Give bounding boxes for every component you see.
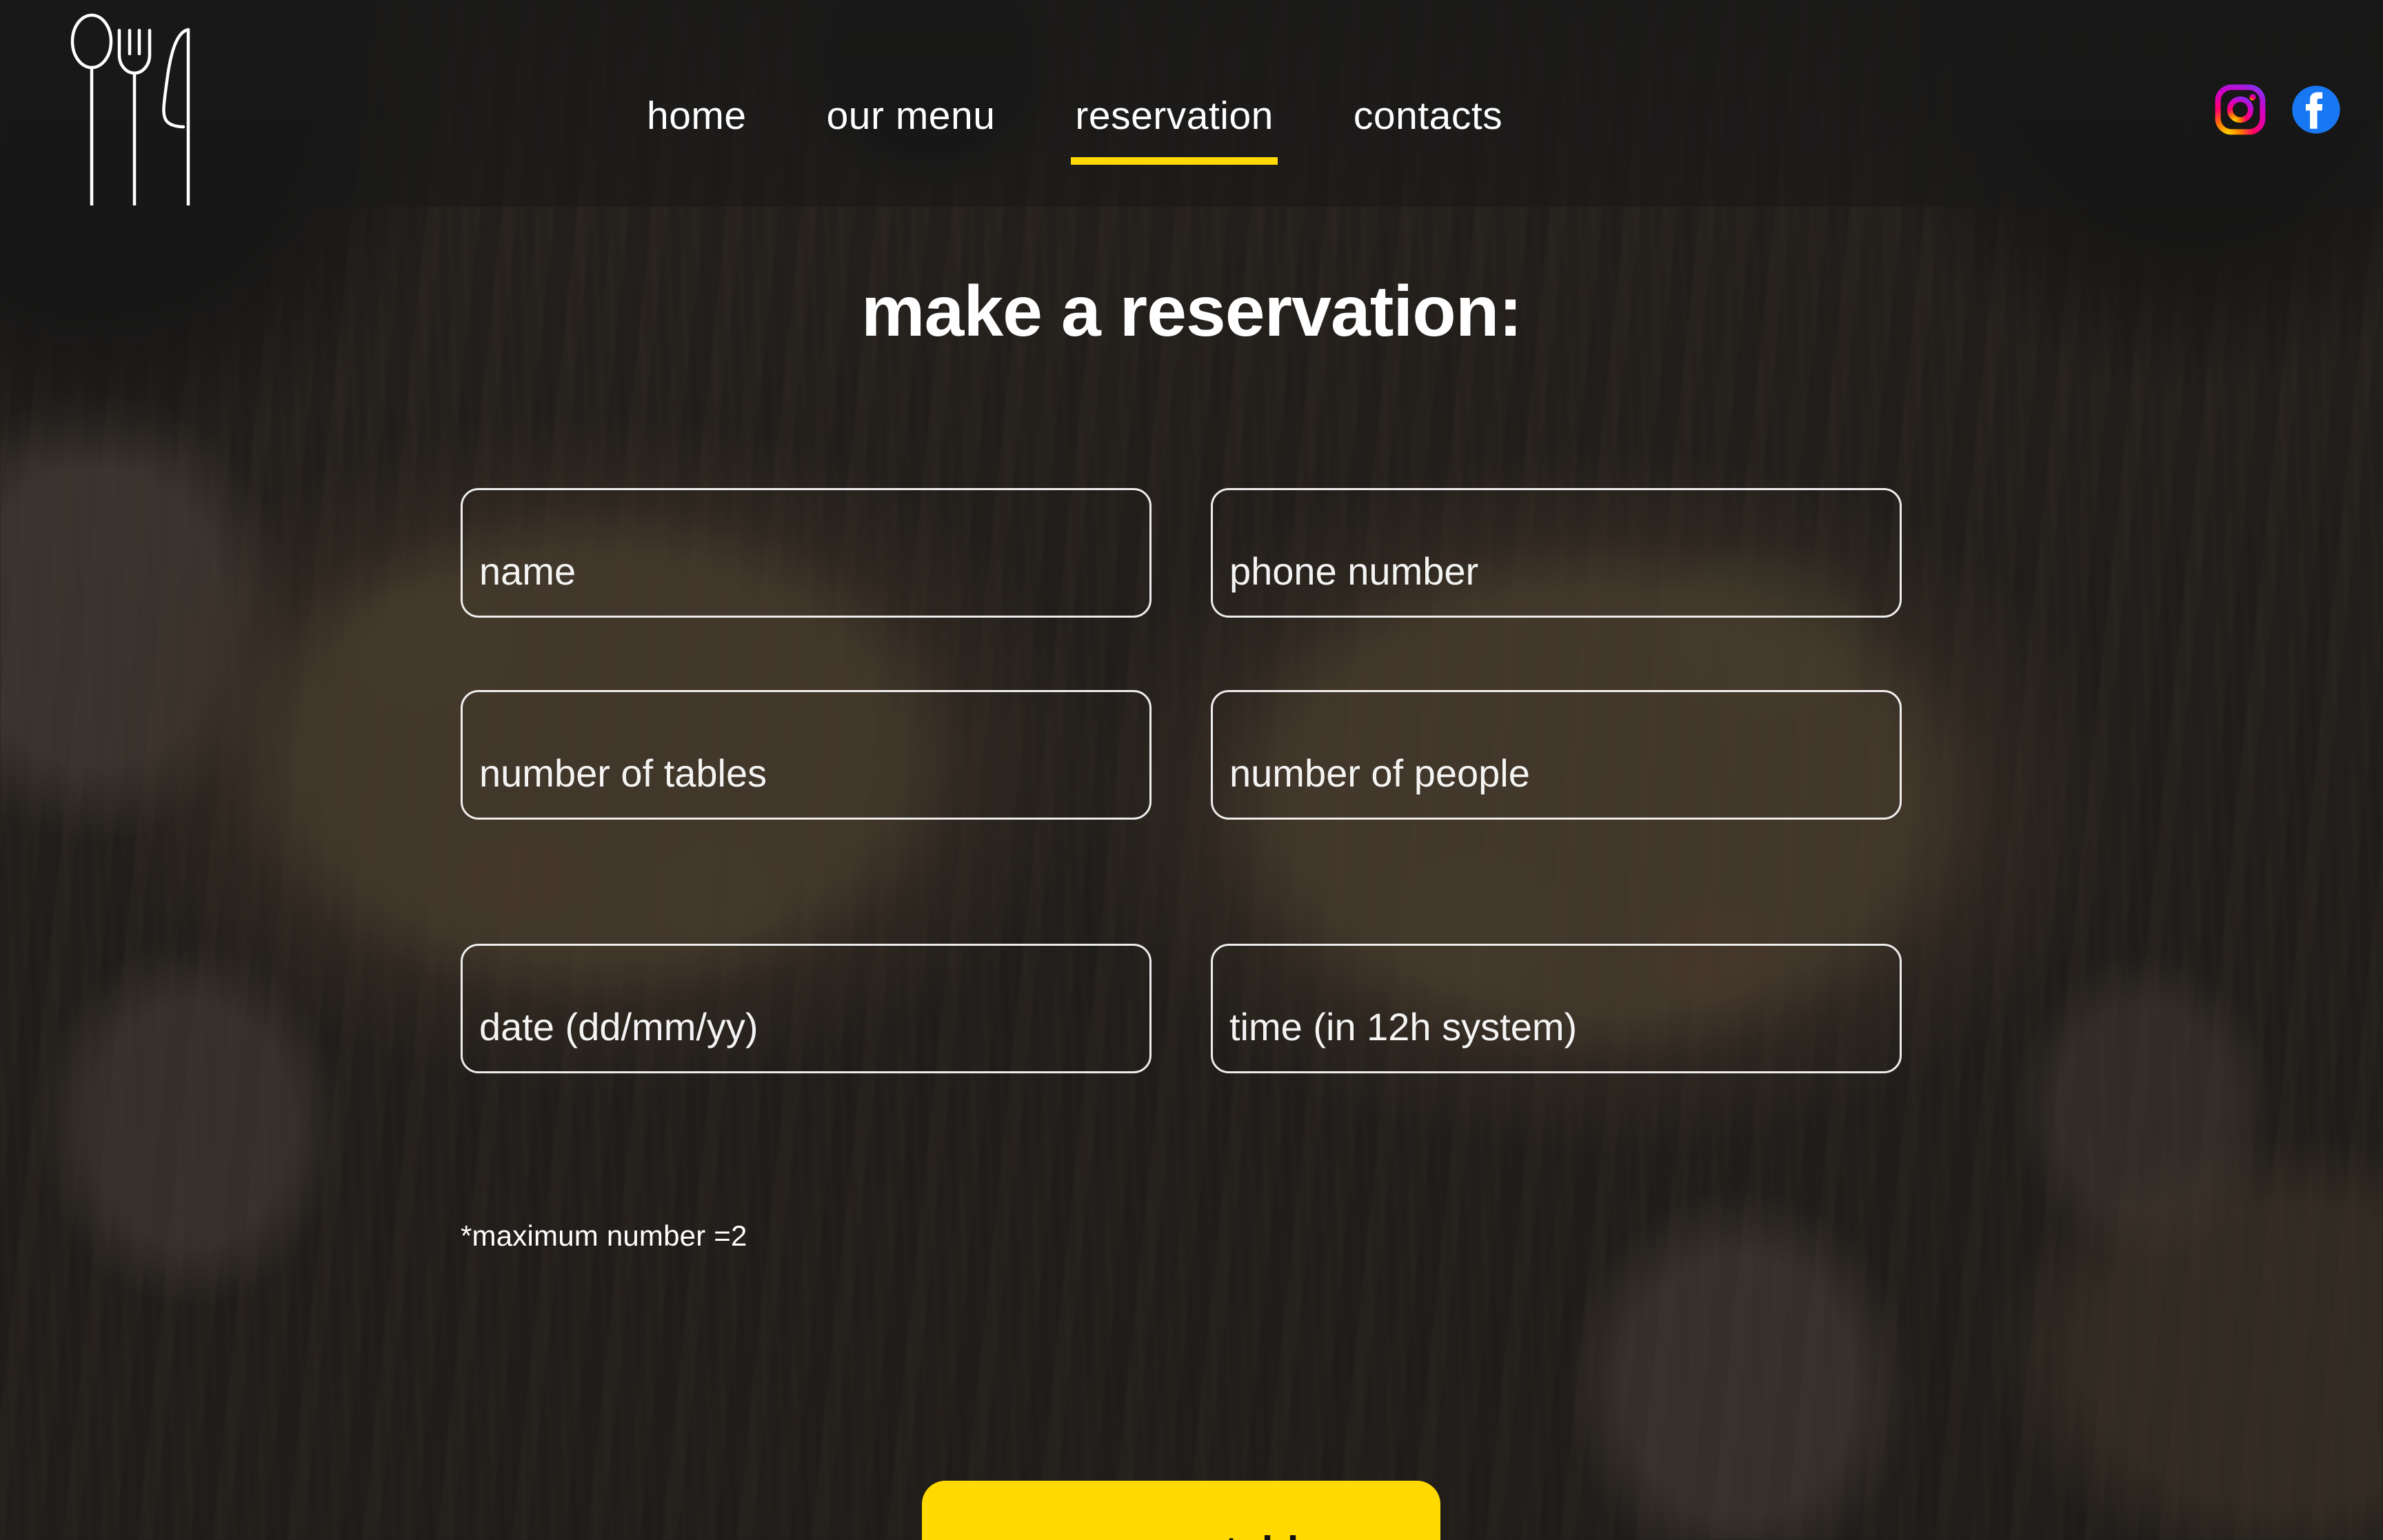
phone-number-input-placeholder: phone number [1229, 549, 1479, 593]
site-header: home our menu reservation contacts [0, 0, 2383, 207]
date-input-placeholder: date (dd/mm/yy) [479, 1005, 758, 1048]
nav-item-our-menu[interactable]: our menu [787, 97, 1036, 136]
number-of-people-input-placeholder: number of people [1229, 751, 1530, 795]
name-input-placeholder: name [479, 549, 576, 593]
number-of-tables-input-placeholder: number of tables [479, 751, 767, 795]
reservation-page: home our menu reservation contacts make … [0, 0, 2383, 1540]
form-row-2: number of tables number of people [461, 690, 1902, 820]
instagram-icon[interactable] [2215, 84, 2266, 135]
phone-number-input[interactable]: phone number [1211, 488, 1902, 618]
name-input[interactable]: name [461, 488, 1152, 618]
max-tables-hint: *maximum number =2 [461, 1219, 747, 1252]
nav-item-home[interactable]: home [607, 97, 787, 136]
main-content: make a reservation: name phone number nu… [0, 207, 2383, 1540]
form-row-3: date (dd/mm/yy) time (in 12h system) [461, 944, 1902, 1073]
number-of-tables-input[interactable]: number of tables [461, 690, 1152, 820]
date-input[interactable]: date (dd/mm/yy) [461, 944, 1152, 1073]
page-title: make a reservation: [861, 272, 1522, 352]
number-of-people-input[interactable]: number of people [1211, 690, 1902, 820]
social-links [2215, 84, 2342, 135]
form-row-1: name phone number [461, 488, 1902, 618]
nav-item-reservation[interactable]: reservation [1035, 97, 1313, 165]
time-input-placeholder: time (in 12h system) [1229, 1005, 1578, 1048]
main-navigation: home our menu reservation contacts [607, 97, 1542, 165]
reserve-table-button[interactable]: reservea table [922, 1481, 1440, 1540]
time-input[interactable]: time (in 12h system) [1211, 944, 1902, 1073]
submit-row: reservea table [461, 1481, 1902, 1540]
nav-item-contacts[interactable]: contacts [1314, 97, 1542, 136]
reservation-form: name phone number number of tables numbe… [461, 488, 1902, 1540]
cutlery-logo-icon[interactable] [48, 6, 221, 205]
facebook-icon[interactable] [2291, 84, 2342, 135]
